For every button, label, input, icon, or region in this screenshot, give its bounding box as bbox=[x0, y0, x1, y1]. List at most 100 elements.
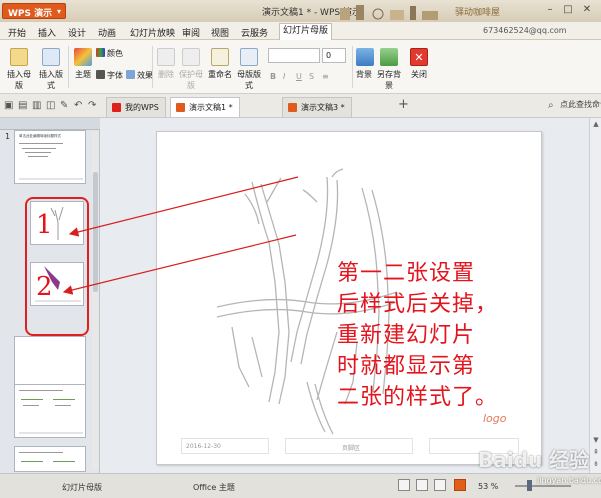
prev-slide-icon[interactable]: ⇞ bbox=[591, 448, 601, 458]
font-size-input[interactable]: 0 bbox=[322, 48, 346, 63]
banner-text: 驿动咖啡屋 bbox=[455, 8, 501, 18]
rename-button[interactable]: 重命名 bbox=[207, 48, 233, 80]
minimize-icon[interactable]: – bbox=[543, 3, 557, 17]
menu-animation[interactable]: 动画 bbox=[98, 26, 116, 39]
play-slideshow-icon[interactable] bbox=[454, 479, 466, 491]
tab-label: 演示文稿3 * bbox=[301, 103, 345, 112]
zoom-slider[interactable] bbox=[515, 485, 571, 487]
ribbon-divider bbox=[152, 46, 153, 88]
menu-review[interactable]: 审阅 bbox=[182, 26, 200, 39]
scrollbar-thumb[interactable] bbox=[93, 172, 98, 292]
font-scheme-button[interactable]: 字体 bbox=[96, 70, 123, 81]
next-slide-icon[interactable]: ⇟ bbox=[591, 460, 601, 470]
preview-icon[interactable]: ◫ bbox=[46, 100, 55, 111]
preserve-master-label: 保护母版 bbox=[179, 70, 203, 90]
italic-icon[interactable]: I bbox=[283, 72, 285, 81]
background-button[interactable]: 背景 bbox=[356, 48, 374, 80]
close-icon: ✕ bbox=[410, 48, 428, 66]
reading-view-icon[interactable] bbox=[434, 479, 446, 491]
close-master-button[interactable]: ✕ 关闭 bbox=[410, 48, 428, 80]
font-scheme-icon bbox=[96, 70, 105, 79]
menu-slideshow[interactable]: 幻灯片放映 bbox=[130, 26, 175, 39]
rename-label: 重命名 bbox=[208, 70, 232, 79]
delete-icon bbox=[157, 48, 175, 66]
save-background-icon bbox=[380, 48, 398, 66]
layout-thumbnail-4[interactable] bbox=[14, 384, 86, 438]
bold-icon[interactable]: B bbox=[270, 72, 276, 81]
pane-tabs bbox=[0, 118, 100, 130]
menu-view[interactable]: 视图 bbox=[211, 26, 229, 39]
ribbon-divider bbox=[352, 46, 353, 88]
document-tabs-bar: ▣ ▤ ▥ ◫ ✎ ↶ ↷ 我的WPS 演示文稿1 * 演示文稿3 * + ⌕ … bbox=[0, 94, 601, 118]
app-menu-button[interactable]: WPS 演示 ▾ bbox=[2, 3, 66, 19]
menu-home[interactable]: 开始 bbox=[8, 26, 26, 39]
font-name-input[interactable] bbox=[268, 48, 320, 63]
tab-presentation-3[interactable]: 演示文稿3 * bbox=[282, 97, 352, 117]
status-bar: 幻灯片母版 Office 主题 53 % bbox=[0, 473, 601, 498]
footer-text-placeholder[interactable]: 页脚区 bbox=[285, 438, 413, 454]
align-left-icon[interactable]: ≡ bbox=[322, 72, 329, 81]
save-icon[interactable]: ▣ bbox=[4, 100, 13, 111]
palette-icon bbox=[96, 48, 105, 57]
effect-button[interactable]: 效果 bbox=[126, 70, 153, 81]
underline-icon[interactable]: U bbox=[296, 72, 302, 81]
annotation-number-2: 2 bbox=[36, 272, 53, 302]
editor-vertical-scrollbar[interactable]: ▲ ▼ ⇞ ⇟ bbox=[589, 118, 601, 473]
shadow-icon[interactable]: S bbox=[309, 72, 314, 81]
print-icon[interactable]: ▥ bbox=[32, 100, 41, 111]
command-search[interactable]: 点此查找命令 bbox=[560, 99, 601, 110]
scroll-down-icon[interactable]: ▼ bbox=[591, 436, 601, 446]
annotation-text: 第一二张设置 后样式后关掉， 重新建幻灯片 时就都显示第 二张的样式了。 bbox=[337, 261, 499, 410]
menu-cloud[interactable]: 云服务 bbox=[241, 26, 268, 39]
master-thumbnail[interactable]: 单击此处编辑母版标题样式 bbox=[14, 130, 86, 184]
maximize-icon[interactable]: □ bbox=[561, 3, 575, 17]
thumb-line bbox=[21, 399, 43, 400]
layout-thumbnail-3[interactable] bbox=[14, 336, 86, 390]
thumb-number: 1 bbox=[5, 132, 11, 141]
slides-pane-scrollbar[interactable] bbox=[92, 132, 99, 470]
sorter-view-icon[interactable] bbox=[416, 479, 428, 491]
format-painter-icon[interactable]: ✎ bbox=[60, 100, 68, 111]
baidu-watermark-url: jingyan.baidu.com bbox=[537, 476, 601, 485]
delete-button[interactable]: 删除 bbox=[156, 48, 176, 80]
tab-presentation-1[interactable]: 演示文稿1 * bbox=[170, 97, 240, 117]
redo-icon[interactable]: ↷ bbox=[88, 100, 96, 111]
insert-layout-button[interactable]: 插入版式 bbox=[36, 48, 66, 91]
thumb-line bbox=[25, 152, 51, 153]
scroll-up-icon[interactable]: ▲ bbox=[591, 120, 601, 130]
ribbon: 插入母版 插入版式 主题 颜色 字体 效果 删除 保护母版 重命名 母版版式 0… bbox=[0, 40, 601, 94]
layout-thumbnail-5[interactable] bbox=[14, 446, 86, 472]
zoom-slider-handle[interactable] bbox=[527, 480, 532, 491]
insert-layout-icon bbox=[42, 48, 60, 66]
baidu-watermark: Baidu 经验 bbox=[478, 448, 590, 472]
lock-icon bbox=[182, 48, 200, 66]
theme-label: 主题 bbox=[75, 70, 91, 79]
preserve-master-button[interactable]: 保护母版 bbox=[177, 48, 205, 91]
tab-label: 我的WPS bbox=[125, 103, 159, 112]
menu-insert[interactable]: 插入 bbox=[38, 26, 56, 39]
menu-design[interactable]: 设计 bbox=[68, 26, 86, 39]
color-button[interactable]: 颜色 bbox=[96, 48, 123, 59]
new-tab-icon[interactable]: + bbox=[398, 97, 409, 112]
theme-button[interactable]: 主题 bbox=[72, 48, 94, 80]
insert-master-button[interactable]: 插入母版 bbox=[4, 48, 34, 91]
title-bar: WPS 演示 ▾ 演示文稿1 * - WPS 演示 驿动咖啡屋 – □ ✕ bbox=[0, 0, 601, 22]
thumb-line bbox=[19, 390, 63, 391]
undo-icon[interactable]: ↶ bbox=[74, 100, 82, 111]
open-icon[interactable]: ▤ bbox=[18, 100, 27, 111]
delete-label: 删除 bbox=[158, 70, 174, 79]
presentation-icon bbox=[176, 103, 185, 112]
close-label: 关闭 bbox=[411, 70, 427, 79]
tab-my-wps[interactable]: 我的WPS bbox=[106, 97, 166, 117]
close-window-icon[interactable]: ✕ bbox=[580, 3, 594, 17]
normal-view-icon[interactable] bbox=[398, 479, 410, 491]
save-background-label: 另存背景 bbox=[377, 70, 401, 90]
save-background-button[interactable]: 另存背景 bbox=[374, 48, 404, 91]
account-email[interactable]: 673462524@qq.com bbox=[483, 26, 567, 35]
annotation-number-1: 1 bbox=[36, 210, 53, 240]
footer-date-placeholder[interactable]: 2016-12-30 bbox=[181, 438, 269, 454]
master-layout-label: 母版版式 bbox=[237, 70, 261, 90]
logo-text: logo bbox=[483, 412, 507, 425]
master-layout-button[interactable]: 母版版式 bbox=[235, 48, 263, 91]
menu-slide-master[interactable]: 幻灯片母版 bbox=[279, 23, 333, 40]
